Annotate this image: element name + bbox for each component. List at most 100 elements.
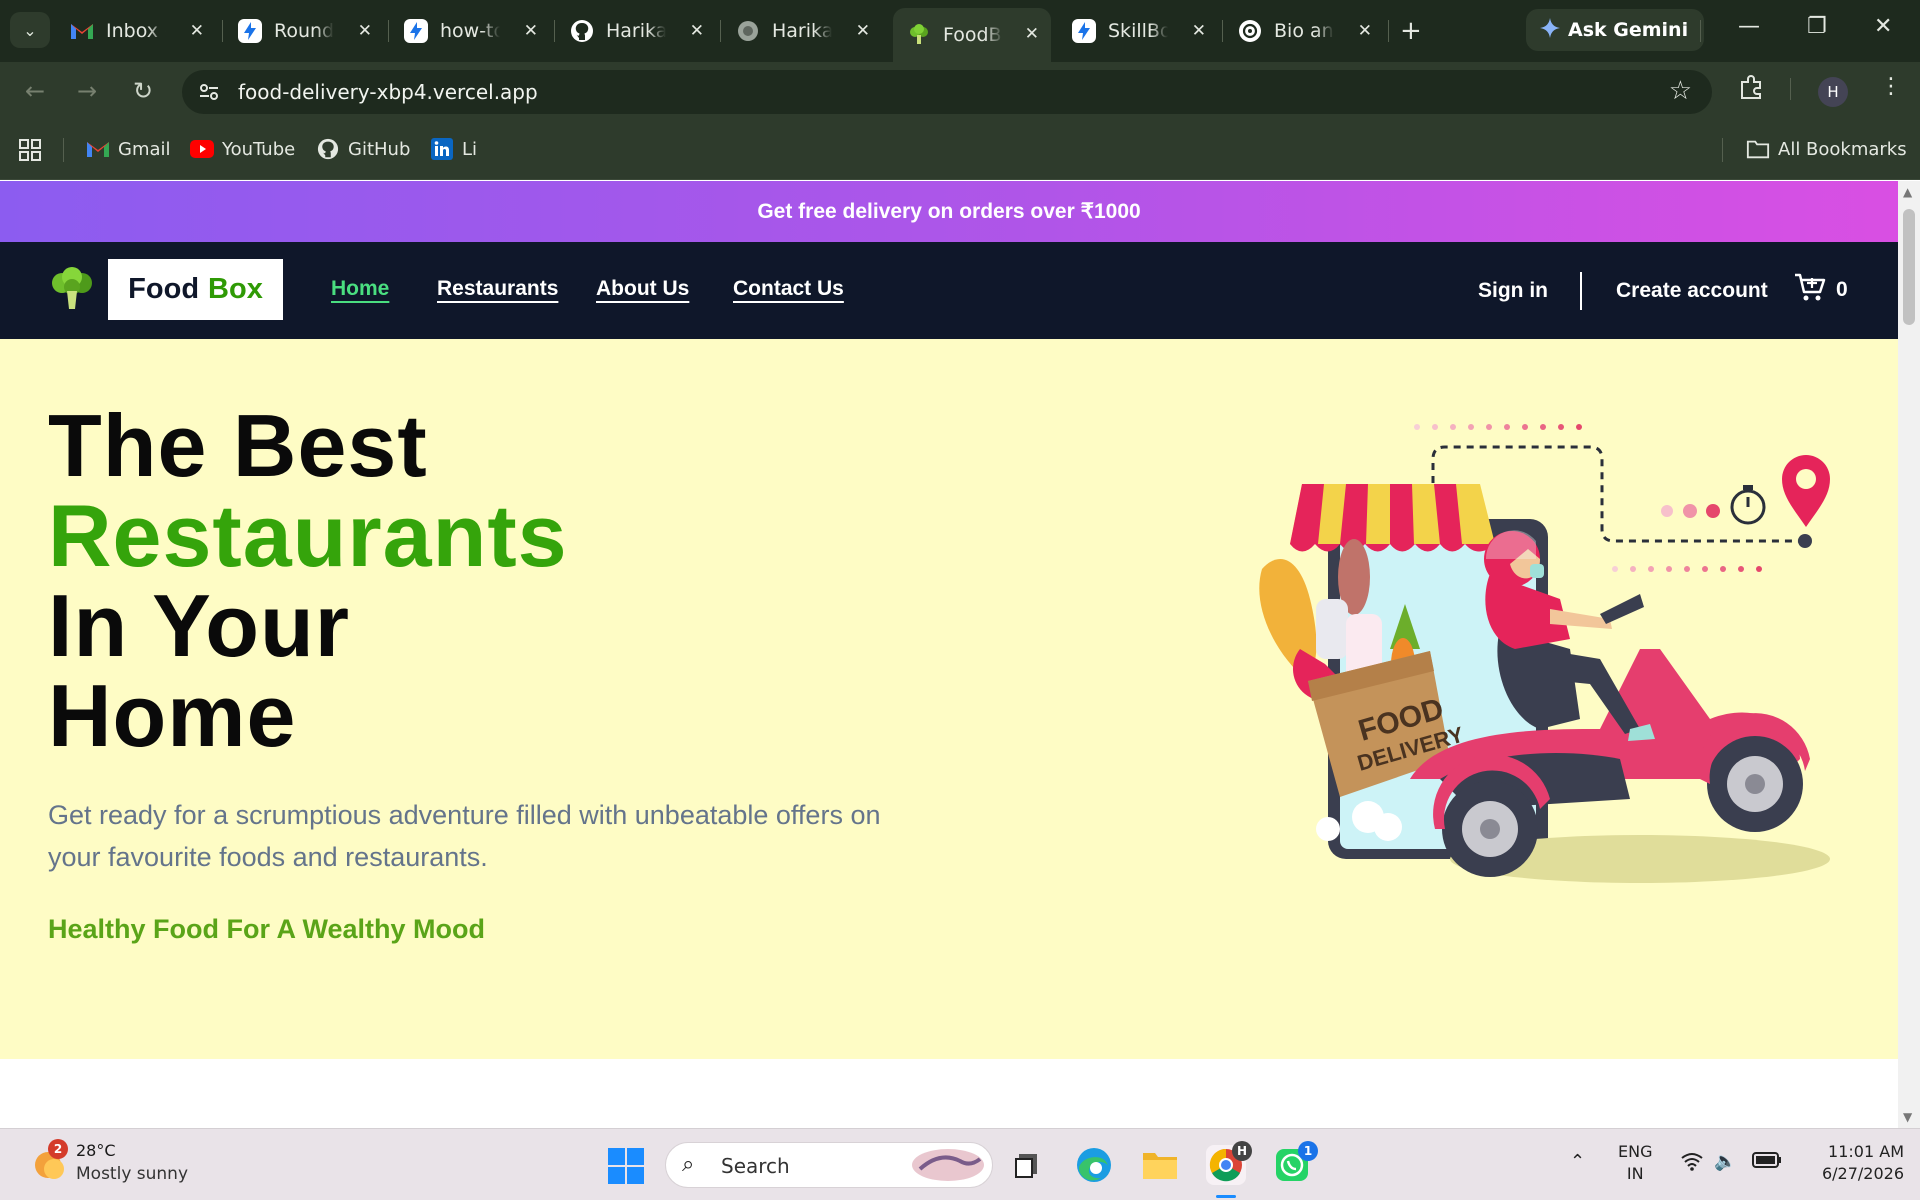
close-icon[interactable]: ✕	[190, 21, 204, 41]
tab-search-button[interactable]: ⌄	[10, 12, 50, 48]
hero-section: The Best Restaurants In Your Home Get re…	[0, 339, 1898, 1059]
openai-icon	[1238, 19, 1262, 43]
youtube-icon	[190, 138, 214, 160]
weather-temperature[interactable]: 28°C	[76, 1141, 116, 1160]
auth-divider	[1580, 272, 1582, 310]
tab-round[interactable]: Round ✕	[224, 10, 384, 52]
taskbar-search-box[interactable]: ⌕ Search	[665, 1142, 993, 1188]
language-indicator[interactable]: ENG IN	[1618, 1141, 1652, 1185]
file-explorer-icon[interactable]	[1140, 1145, 1180, 1185]
browser-toolbar: ← → ↻ food-delivery-xbp4.vercel.app ☆ H …	[0, 62, 1920, 120]
close-icon[interactable]: ✕	[524, 21, 538, 41]
all-bookmarks-label: All Bookmarks	[1778, 138, 1907, 160]
forward-arrow-icon[interactable]: →	[70, 74, 104, 108]
brand-word-box: Box	[208, 273, 263, 305]
create-account-button[interactable]: Create account	[1616, 279, 1768, 303]
language-code: ENG	[1618, 1142, 1653, 1161]
tab-inbox[interactable]: Inbox (1 ✕	[56, 10, 216, 52]
tab-harika-github[interactable]: Harika ✕	[556, 10, 716, 52]
restore-icon[interactable]: ❐	[1807, 14, 1827, 39]
nav-about-us[interactable]: About Us	[596, 277, 689, 301]
minimize-icon[interactable]: —	[1738, 14, 1760, 39]
scrollbar-thumb[interactable]	[1903, 209, 1915, 325]
tab-title: Harika	[606, 20, 666, 42]
tab-separator	[222, 20, 223, 42]
volume-icon[interactable]: 🔈	[1714, 1151, 1736, 1172]
nav-contact-us[interactable]: Contact Us	[733, 277, 844, 301]
tab-title: Harika	[772, 20, 832, 42]
weather-condition[interactable]: Mostly sunny	[76, 1164, 188, 1184]
ask-gemini-button[interactable]: Ask Gemini	[1526, 9, 1704, 51]
close-icon[interactable]: ✕	[1192, 21, 1206, 41]
all-bookmarks-button[interactable]: All Bookmarks	[1746, 138, 1907, 160]
close-icon[interactable]: ✕	[1358, 21, 1372, 41]
close-icon[interactable]: ✕	[358, 21, 372, 41]
address-bar[interactable]: food-delivery-xbp4.vercel.app ☆	[182, 70, 1712, 114]
tab-skillbolt[interactable]: SkillBolt ✕	[1058, 10, 1218, 52]
bookmark-github[interactable]: GitHub	[316, 138, 410, 160]
tab-bio[interactable]: Bio and ✕	[1224, 10, 1384, 52]
bookmark-star-icon[interactable]: ☆	[1669, 76, 1692, 106]
page-viewport: Get free delivery on orders over ₹1000 F…	[0, 181, 1898, 1128]
wifi-icon[interactable]	[1680, 1151, 1704, 1176]
tab-harika-site[interactable]: Harika ✕	[722, 10, 882, 52]
stopwatch-icon	[1730, 485, 1766, 525]
bookmark-label: Gmail	[118, 138, 171, 160]
site-info-icon[interactable]	[196, 79, 222, 105]
weather-badge: 2	[48, 1139, 68, 1159]
bookmark-label: YouTube	[222, 138, 296, 160]
system-clock[interactable]: 11:01 AM 6/27/2026	[1804, 1141, 1904, 1185]
bookmark-gmail[interactable]: Gmail	[86, 138, 171, 160]
tab-title: Round	[274, 20, 334, 42]
broccoli-logo-icon[interactable]	[50, 267, 94, 311]
page-scrollbar[interactable]: ▲ ▼	[1898, 181, 1920, 1128]
bolt-icon	[1072, 19, 1096, 43]
search-highlight-image-icon	[910, 1147, 986, 1187]
close-icon[interactable]: ✕	[856, 21, 870, 41]
tab-title: Inbox (1	[106, 20, 166, 42]
bookmark-youtube[interactable]: YouTube	[190, 138, 295, 160]
scroll-up-arrow-icon[interactable]: ▲	[1903, 185, 1912, 199]
tab-title: how-to	[440, 20, 500, 42]
tab-how-to[interactable]: how-to ✕	[390, 10, 550, 52]
promo-banner: Get free delivery on orders over ₹1000	[0, 181, 1898, 242]
bookmarks-separator	[1722, 138, 1723, 162]
clock-date: 6/27/2026	[1821, 1164, 1904, 1183]
edge-browser-icon[interactable]	[1074, 1145, 1114, 1185]
active-app-indicator	[1216, 1195, 1236, 1198]
bookmark-linkedin[interactable]: Li	[430, 138, 477, 160]
new-tab-plus-icon[interactable]: +	[1400, 16, 1422, 46]
cart-button[interactable]: 0	[1794, 272, 1848, 308]
back-arrow-icon[interactable]: ←	[18, 74, 52, 108]
tab-foodbox[interactable]: FoodBo ✕	[893, 8, 1051, 62]
show-hidden-icons-chevron-icon[interactable]: ⌃	[1570, 1151, 1585, 1172]
close-window-icon[interactable]: ✕	[1874, 14, 1892, 39]
linkedin-icon	[430, 138, 454, 160]
hero-title-line-2: Restaurants	[48, 486, 568, 585]
nav-home[interactable]: Home	[331, 277, 389, 301]
reload-icon[interactable]: ↻	[126, 74, 160, 108]
close-icon[interactable]: ✕	[690, 21, 704, 41]
search-icon: ⌕	[682, 1152, 695, 1177]
file-stack-app-icon[interactable]	[1006, 1145, 1046, 1185]
site-navbar: Food Box Home Restaurants About Us Conta…	[0, 242, 1898, 339]
battery-icon[interactable]	[1752, 1151, 1782, 1174]
tab-separator	[720, 20, 721, 42]
hero-tagline: Healthy Food For A Wealthy Mood	[48, 914, 485, 944]
brand-logo[interactable]: Food Box	[108, 259, 283, 320]
close-icon[interactable]: ✕	[1025, 24, 1039, 44]
extensions-icon[interactable]	[1738, 74, 1764, 106]
chevron-down-icon: ⌄	[23, 20, 37, 40]
apps-grid-icon[interactable]	[18, 138, 42, 162]
cart-icon	[1794, 272, 1826, 308]
sign-in-button[interactable]: Sign in	[1478, 279, 1548, 303]
hero-title-line-1: The Best	[48, 396, 428, 495]
bookmarks-bar: Gmail YouTube GitHub Li All Bookmarks	[0, 120, 1920, 180]
windows-start-icon[interactable]	[608, 1148, 644, 1184]
tab-separator	[554, 20, 555, 42]
scroll-down-arrow-icon[interactable]: ▼	[1903, 1110, 1912, 1124]
profile-avatar[interactable]: H	[1818, 77, 1848, 107]
nav-restaurants[interactable]: Restaurants	[437, 277, 558, 301]
tab-separator	[1222, 20, 1223, 42]
kebab-menu-icon[interactable]: ⋮	[1880, 74, 1902, 99]
